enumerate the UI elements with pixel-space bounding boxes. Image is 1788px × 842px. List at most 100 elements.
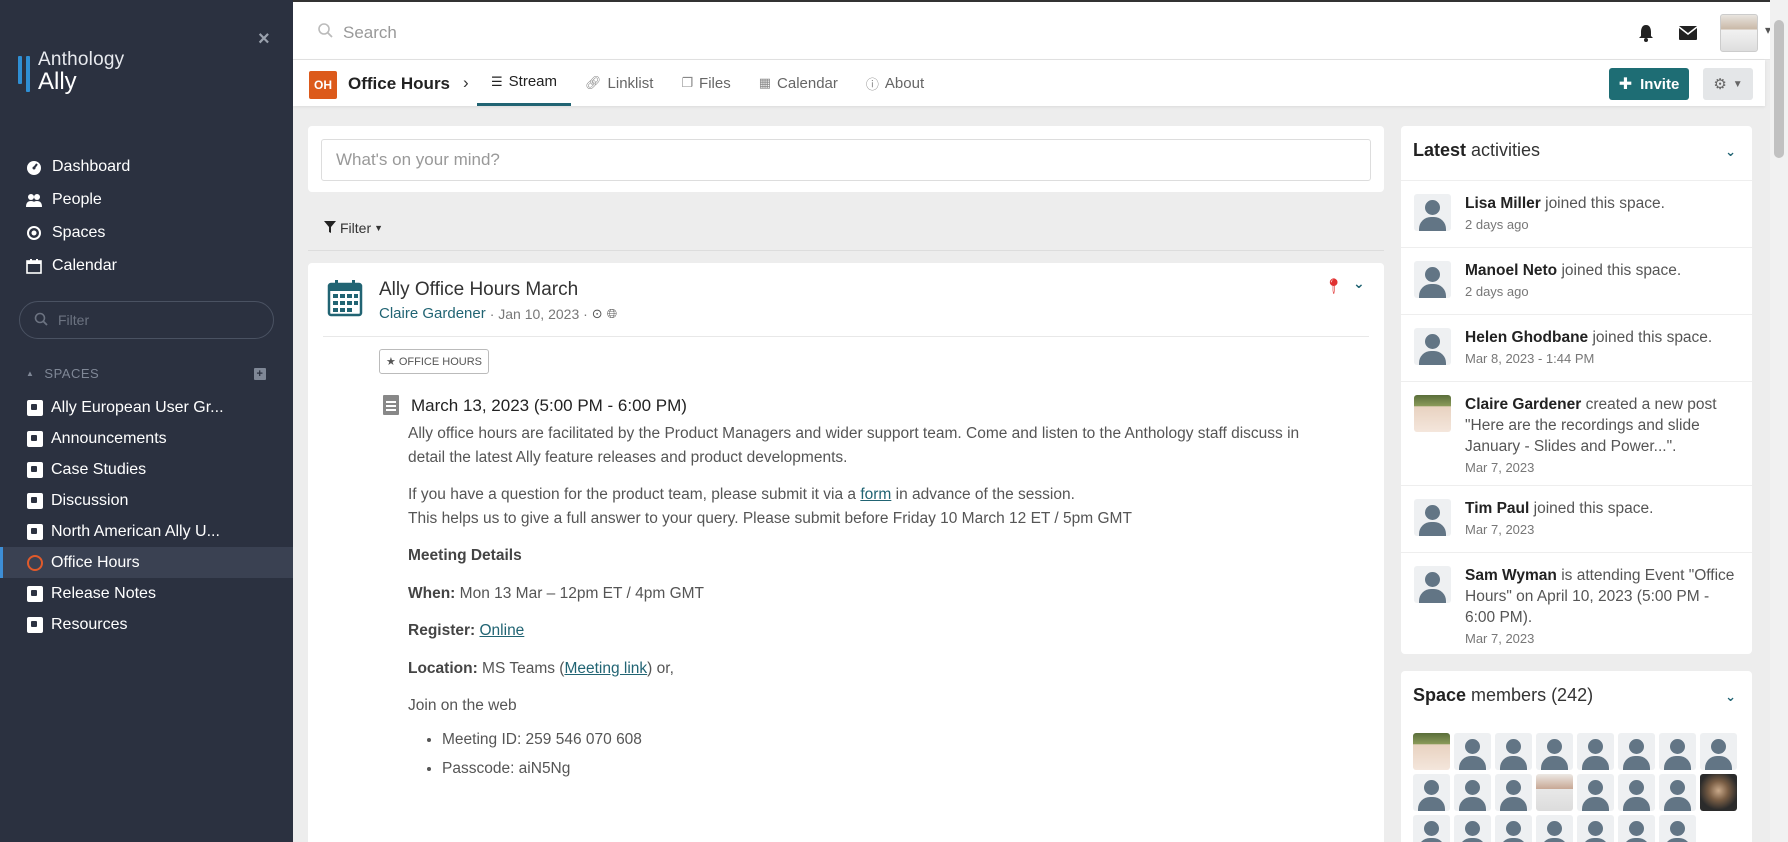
member-avatar[interactable]	[1495, 815, 1532, 842]
space-item-active[interactable]: Office Hours	[0, 547, 293, 578]
avatar[interactable]	[1414, 194, 1451, 231]
sidebar-filter-input[interactable]: Filter	[19, 301, 274, 339]
chevron-down-icon[interactable]: ⌄	[1725, 144, 1736, 160]
post-title[interactable]: Ally Office Hours March	[379, 279, 578, 301]
post-author-link[interactable]: Claire Gardener	[379, 305, 486, 322]
space-item[interactable]: Discussion	[0, 485, 293, 516]
space-item[interactable]: Ally European User Gr...	[0, 392, 293, 423]
space-item[interactable]: Announcements	[0, 423, 293, 454]
member-avatar[interactable]	[1536, 733, 1573, 770]
post-input[interactable]: What's on your mind?	[321, 139, 1371, 181]
invite-button[interactable]: ✚ Invite	[1609, 68, 1689, 100]
tab-linklist[interactable]: 🔗︎ Linklist	[571, 60, 667, 106]
tab-stream[interactable]: ☰ Stream	[477, 60, 572, 106]
post-composer: What's on your mind?	[308, 126, 1384, 192]
member-avatar[interactable]	[1536, 774, 1573, 811]
avatar[interactable]	[1414, 499, 1451, 536]
tab-calendar[interactable]: ▦ Calendar	[745, 60, 852, 106]
space-badge[interactable]: OH	[309, 71, 337, 99]
tab-label: Stream	[508, 73, 558, 90]
member-avatar[interactable]	[1577, 733, 1614, 770]
member-avatar[interactable]	[1454, 733, 1491, 770]
member-avatar[interactable]	[1659, 733, 1696, 770]
member-avatar[interactable]	[1454, 815, 1491, 842]
tab-about[interactable]: ⓘ About	[852, 60, 938, 106]
activity-item[interactable]: Manoel Neto joined this space. 2 days ag…	[1401, 247, 1752, 314]
activity-item[interactable]: Tim Paul joined this space. Mar 7, 2023	[1401, 485, 1752, 552]
member-avatar[interactable]	[1536, 815, 1573, 842]
space-item[interactable]: Case Studies	[0, 454, 293, 485]
space-list: Ally European User Gr... Announcements C…	[0, 392, 293, 640]
collapse-icon[interactable]: ▲	[26, 369, 34, 378]
activity-text: joined this space.	[1557, 262, 1682, 279]
calendar-icon	[26, 258, 42, 274]
activity-time: 2 days ago	[1465, 284, 1529, 299]
search-input[interactable]: Search	[317, 22, 397, 43]
member-avatar[interactable]	[1495, 774, 1532, 811]
activity-item[interactable]: Lisa Miller joined this space. 2 days ag…	[1401, 180, 1752, 247]
activity-user[interactable]: Helen Ghodbane	[1465, 329, 1588, 346]
nav-calendar[interactable]: Calendar	[26, 249, 130, 282]
member-avatar[interactable]	[1618, 815, 1655, 842]
member-avatar[interactable]	[1577, 815, 1614, 842]
member-avatar[interactable]	[1618, 774, 1655, 811]
activity-item[interactable]: Sam Wyman is attending Event "Office Hou…	[1401, 552, 1752, 654]
close-sidebar-icon[interactable]: ×	[258, 28, 270, 51]
filter-label: Filter	[340, 220, 372, 236]
activity-user[interactable]: Tim Paul	[1465, 500, 1529, 517]
activity-user[interactable]: Lisa Miller	[1465, 195, 1541, 212]
spaces-icon	[26, 225, 42, 241]
envelope-icon[interactable]	[1678, 23, 1698, 43]
activity-item[interactable]: Claire Gardener created a new post "Here…	[1401, 381, 1752, 485]
page-scrollbar[interactable]	[1770, 0, 1788, 842]
member-avatar[interactable]	[1659, 774, 1696, 811]
space-item[interactable]: Resources	[0, 609, 293, 640]
nav-spaces[interactable]: Spaces	[26, 216, 130, 249]
avatar[interactable]	[1414, 395, 1451, 432]
user-avatar[interactable]	[1720, 14, 1771, 52]
space-item[interactable]: Release Notes	[0, 578, 293, 609]
add-space-icon[interactable]: +	[254, 367, 266, 380]
logo[interactable]: Anthology Ally	[18, 50, 124, 94]
member-avatar[interactable]	[1577, 774, 1614, 811]
member-avatar[interactable]	[1700, 774, 1737, 811]
activity-user[interactable]: Claire Gardener	[1465, 396, 1581, 413]
spaces-header[interactable]: ▲ SPACES +	[26, 366, 266, 381]
activity-item[interactable]: Helen Ghodbane joined this space. Mar 8,…	[1401, 314, 1752, 381]
space-icon	[27, 430, 43, 447]
member-avatar[interactable]	[1413, 733, 1450, 770]
space-icon	[27, 461, 43, 478]
activity-user[interactable]: Sam Wyman	[1465, 567, 1557, 584]
register-link[interactable]: Online	[480, 622, 525, 639]
bell-icon[interactable]	[1636, 23, 1656, 43]
member-avatar[interactable]	[1413, 774, 1450, 811]
member-avatar[interactable]	[1700, 733, 1737, 770]
member-avatar[interactable]	[1618, 733, 1655, 770]
space-title[interactable]: Office Hours	[348, 74, 450, 94]
avatar[interactable]	[1414, 261, 1451, 298]
sidebar: × Anthology Ally Dashboard People Spaces…	[0, 0, 293, 842]
panel-title-rest: members (242)	[1466, 685, 1594, 705]
meeting-link[interactable]: Meeting link	[564, 660, 647, 677]
chevron-down-icon[interactable]: ⌄	[1725, 689, 1736, 705]
member-avatar[interactable]	[1413, 815, 1450, 842]
space-item[interactable]: North American Ally U...	[0, 516, 293, 547]
activity-user[interactable]: Manoel Neto	[1465, 262, 1557, 279]
tab-files[interactable]: ❐ Files	[667, 60, 744, 106]
nav-people[interactable]: People	[26, 183, 130, 216]
member-avatar[interactable]	[1659, 815, 1696, 842]
when-value: Mon 13 Mar – 12pm ET / 4pm GMT	[455, 584, 705, 602]
chevron-down-icon[interactable]: ⌄	[1353, 275, 1365, 292]
member-avatar[interactable]	[1495, 733, 1532, 770]
nav-label: Calendar	[52, 256, 117, 274]
post-date[interactable]: · Jan 10, 2023 ·	[490, 306, 588, 322]
avatar[interactable]	[1414, 566, 1451, 603]
settings-button[interactable]: ⚙ ▼	[1703, 68, 1753, 100]
avatar[interactable]	[1414, 328, 1451, 365]
form-link[interactable]: form	[860, 486, 891, 503]
stream-filter-button[interactable]: Filter ▼	[324, 220, 383, 236]
member-avatar[interactable]	[1454, 774, 1491, 811]
topic-tag[interactable]: ★ OFFICE HOURS	[379, 349, 489, 374]
scroll-thumb[interactable]	[1774, 20, 1784, 158]
nav-dashboard[interactable]: Dashboard	[26, 150, 130, 183]
